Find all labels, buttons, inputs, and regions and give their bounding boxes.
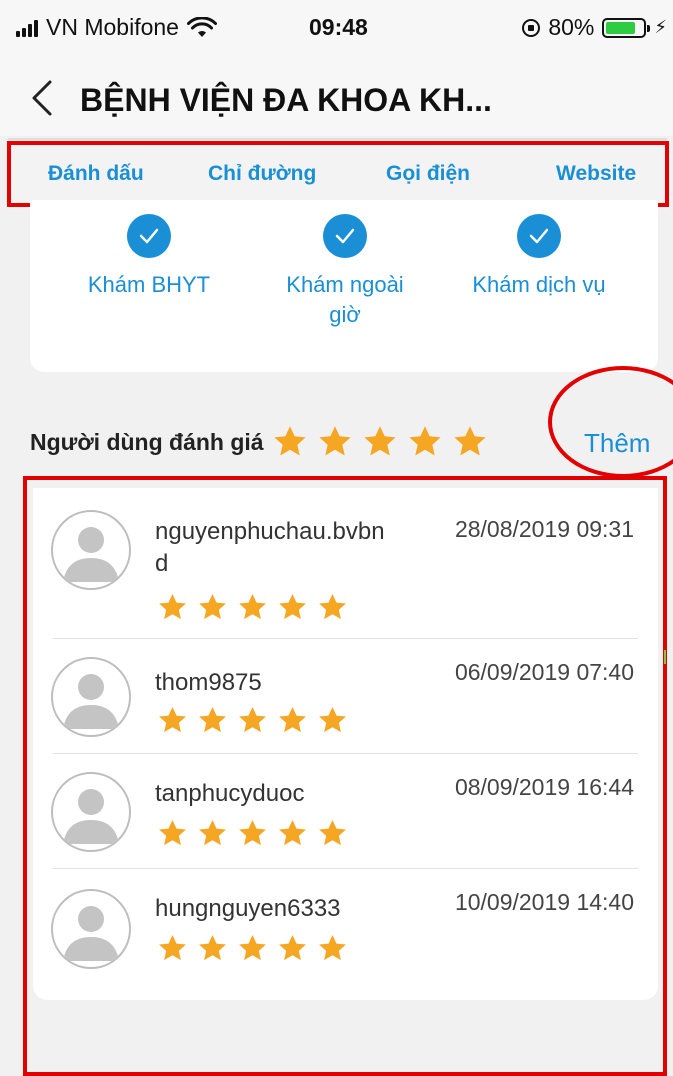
star-icon bbox=[363, 426, 396, 456]
check-circle-icon bbox=[127, 214, 171, 258]
service-item: Khám BHYT bbox=[64, 214, 234, 300]
star-icon bbox=[199, 706, 226, 733]
chevron-left-icon[interactable] bbox=[28, 78, 58, 118]
user-avatar-icon bbox=[51, 772, 131, 852]
clock: 09:48 bbox=[309, 14, 368, 40]
review-date: 06/09/2019 07:40 bbox=[454, 659, 634, 685]
website-button[interactable]: Website bbox=[556, 162, 636, 186]
star-icon bbox=[159, 819, 186, 846]
ratings-title: Người dùng đánh giá bbox=[30, 428, 264, 455]
service-item: Khám ngoài giờ bbox=[260, 214, 430, 330]
carrier-label: VN Mobifone bbox=[46, 14, 179, 40]
review-stars bbox=[157, 705, 348, 736]
star-icon bbox=[159, 706, 186, 733]
user-avatar-icon bbox=[51, 657, 131, 737]
star-icon bbox=[279, 934, 306, 961]
user-avatar-icon bbox=[51, 510, 131, 590]
star-icon bbox=[319, 819, 346, 846]
more-link-highlight bbox=[548, 366, 673, 478]
review-date: 28/08/2019 09:31 bbox=[454, 516, 634, 542]
orientation-lock-icon bbox=[522, 18, 541, 37]
star-icon bbox=[408, 426, 441, 456]
star-icon bbox=[239, 819, 266, 846]
divider bbox=[53, 753, 638, 754]
star-icon bbox=[239, 706, 266, 733]
service-item: Khám dịch vụ bbox=[454, 214, 624, 300]
service-label: Khám ngoài giờ bbox=[286, 272, 404, 327]
average-rating-stars bbox=[272, 424, 488, 460]
star-icon bbox=[279, 706, 306, 733]
wifi-icon bbox=[186, 16, 217, 37]
battery-fill bbox=[606, 21, 636, 34]
star-icon bbox=[318, 426, 351, 456]
reviews-card: nguyenphuchau.bvbnd 28/08/2019 09:31 tho… bbox=[33, 488, 658, 1000]
divider bbox=[53, 638, 638, 639]
status-bar: VN Mobifone 09:48 80% ⚡ bbox=[0, 0, 673, 58]
battery-percent: 80% bbox=[548, 14, 595, 40]
star-icon bbox=[199, 934, 226, 961]
review-username: thom9875 bbox=[155, 669, 262, 696]
edge-accent bbox=[664, 650, 673, 664]
star-icon bbox=[199, 593, 226, 620]
review-date: 10/09/2019 14:40 bbox=[454, 889, 634, 915]
signal-icon bbox=[16, 19, 38, 37]
nav-bar: BỆNH VIỆN ĐA KHOA KH... bbox=[0, 58, 673, 136]
divider bbox=[53, 868, 638, 869]
directions-button[interactable]: Chỉ đường bbox=[208, 162, 316, 186]
page-title: BỆNH VIỆN ĐA KHOA KH... bbox=[80, 82, 492, 118]
check-circle-icon bbox=[323, 214, 367, 258]
review-date: 08/09/2019 16:44 bbox=[454, 774, 634, 800]
review-stars bbox=[157, 818, 348, 849]
bookmark-button[interactable]: Đánh dấu bbox=[48, 162, 144, 186]
star-icon bbox=[239, 593, 266, 620]
services-card: Khám BHYT Khám ngoài giờ Khám dịch vụ bbox=[30, 200, 658, 372]
ratings-header: Người dùng đánh giá bbox=[30, 424, 488, 460]
service-label: Khám BHYT bbox=[87, 272, 211, 297]
check-circle-icon bbox=[517, 214, 561, 258]
service-label: Khám dịch vụ bbox=[472, 272, 606, 297]
star-icon bbox=[199, 819, 226, 846]
star-icon bbox=[453, 426, 486, 456]
battery-icon bbox=[602, 17, 651, 38]
status-right: 80% ⚡ bbox=[522, 14, 667, 41]
review-stars bbox=[157, 933, 348, 964]
star-icon bbox=[273, 426, 306, 456]
status-left: VN Mobifone bbox=[16, 14, 217, 41]
call-button[interactable]: Gọi điện bbox=[386, 162, 470, 186]
review-username: nguyenphuchau.bvbnd bbox=[155, 518, 385, 577]
charging-icon: ⚡ bbox=[654, 17, 667, 37]
review-stars bbox=[157, 592, 348, 623]
star-icon bbox=[319, 706, 346, 733]
star-icon bbox=[239, 934, 266, 961]
more-reviews-link[interactable]: Thêm bbox=[584, 428, 650, 459]
review-username: hungnguyen6333 bbox=[155, 895, 341, 922]
star-icon bbox=[159, 934, 186, 961]
star-icon bbox=[159, 593, 186, 620]
star-icon bbox=[279, 593, 306, 620]
review-username: tanphucyduoc bbox=[155, 780, 305, 807]
star-icon bbox=[319, 593, 346, 620]
user-avatar-icon bbox=[51, 889, 131, 969]
star-icon bbox=[279, 819, 306, 846]
star-icon bbox=[319, 934, 346, 961]
